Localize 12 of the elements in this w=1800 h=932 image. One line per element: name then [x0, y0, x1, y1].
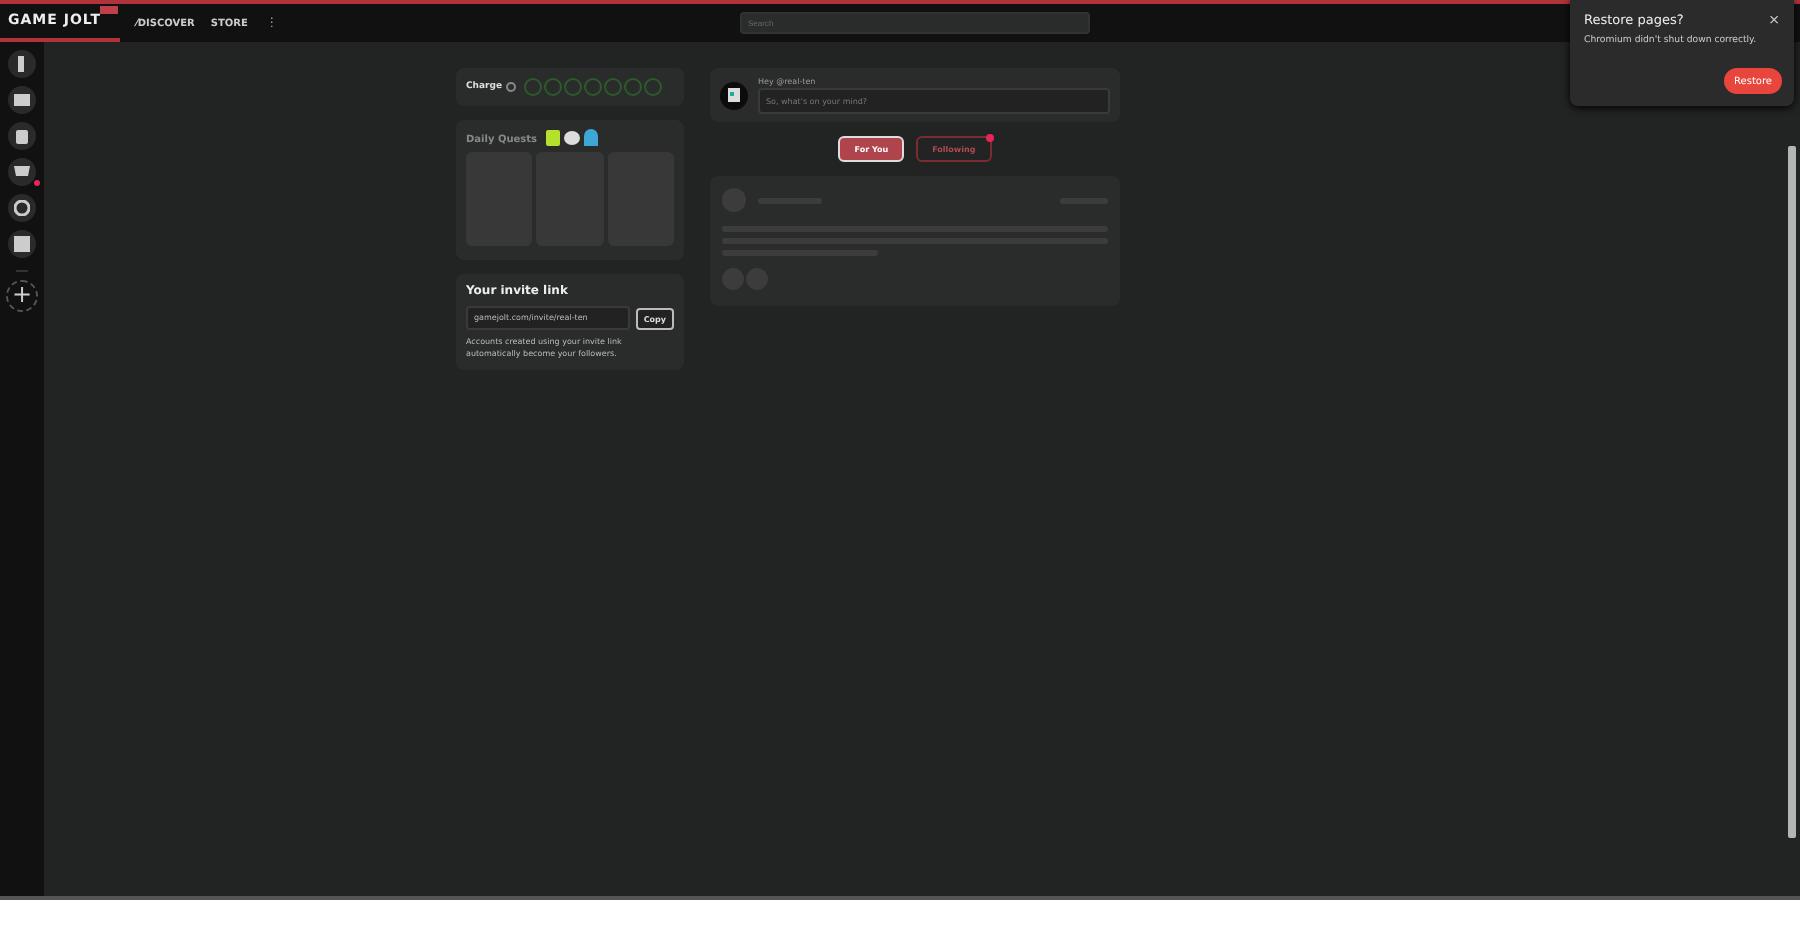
badge-icon: [100, 6, 119, 14]
characters-icon: [545, 128, 597, 146]
sidebar-button[interactable]: [8, 122, 36, 150]
sidebar-button[interactable]: [8, 158, 36, 186]
sidebar-button[interactable]: [8, 50, 36, 78]
scrollbar[interactable]: [1786, 42, 1800, 896]
sidebar-button[interactable]: [8, 230, 36, 258]
sidebar-button[interactable]: [8, 86, 36, 114]
sidebar-button[interactable]: [8, 194, 36, 222]
info-icon: [506, 82, 517, 92]
add-button[interactable]: +: [6, 280, 38, 312]
avatar-icon[interactable]: [720, 81, 748, 109]
